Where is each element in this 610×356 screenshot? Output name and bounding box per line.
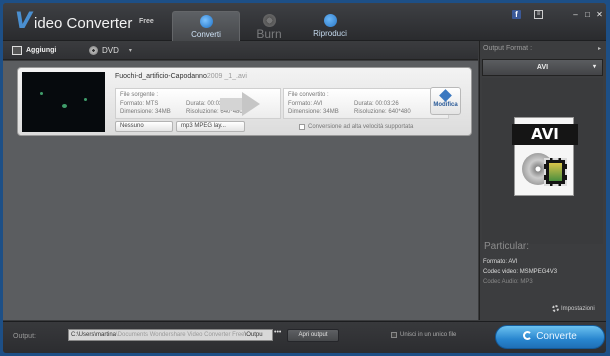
avi-file-label: AVI <box>512 124 578 145</box>
output-format-panel: Output Format : ▸ AVI ▾ AVI Particular: … <box>479 41 606 320</box>
tab-converti[interactable]: Converti <box>172 11 240 41</box>
convert-icon <box>199 15 213 28</box>
chevron-right-icon[interactable]: ▸ <box>598 45 601 52</box>
browse-button[interactable]: ••• <box>274 329 281 336</box>
minimize-button[interactable]: – <box>571 10 580 19</box>
output-path-field[interactable]: C:\Users\martina\Documents Wondershare V… <box>68 329 273 341</box>
tab-riproduci[interactable]: Riproduci <box>296 11 364 41</box>
convert-button[interactable]: Converte <box>495 325 605 349</box>
merge-label: Unisci in un unico file <box>400 332 457 338</box>
converted-format: Formato: AVI <box>288 101 323 107</box>
add-files-label: Aggiungi <box>26 47 57 54</box>
chevron-down-icon[interactable]: ▾ <box>129 47 132 54</box>
register-icon[interactable]: ≡ <box>534 10 543 19</box>
checkbox-box[interactable] <box>299 124 305 130</box>
edit-button[interactable]: Modifica <box>430 87 461 115</box>
detail-audio-codec: Codec Audio: MP3 <box>483 279 533 285</box>
chevron-down-icon: ▾ <box>592 64 596 70</box>
settings-button[interactable]: Impostazioni <box>552 305 595 312</box>
source-format: Formato: MTS <box>120 101 159 107</box>
subtitle-value: Nessuno <box>120 123 144 129</box>
arrow-right-icon <box>242 92 260 116</box>
source-title: File sorgente : <box>120 92 159 98</box>
open-output-button[interactable]: Apri output <box>287 329 339 342</box>
converted-title: File convertito : <box>288 92 329 98</box>
load-dvd-button[interactable]: DVD ▾ <box>89 44 132 57</box>
dvd-disc-icon <box>89 46 98 55</box>
tab-burn[interactable]: Burn <box>235 11 303 41</box>
audio-track-select[interactable]: mp3 MPEG lay... <box>176 121 245 132</box>
avi-file-icon: AVI <box>512 117 578 196</box>
high-speed-checkbox[interactable]: Conversione ad alta velocità supportata <box>299 124 413 130</box>
detail-format: Formato: AVI <box>483 259 518 265</box>
app-title: ideo Converter <box>34 15 133 32</box>
dvd-label: DVD <box>102 46 119 55</box>
arrow-right-icon-body <box>220 98 244 110</box>
tab-label: Converti <box>191 30 221 39</box>
converted-info: File convertito : Formato: AVI Dimension… <box>283 88 449 119</box>
film-frame <box>549 163 562 181</box>
firework-spark <box>62 104 67 108</box>
close-button[interactable]: ✕ <box>595 10 604 19</box>
toolbar: Aggiungi DVD ▾ <box>3 41 478 60</box>
convert-label: Converte <box>536 331 577 342</box>
video-thumbnail <box>22 72 105 132</box>
app-window: V ideo Converter Free Converti Burn Ripr… <box>3 3 606 353</box>
app-edition: Free <box>139 18 154 25</box>
add-files-button[interactable]: Aggiungi <box>12 44 56 57</box>
file-item[interactable]: Fuochi-d_artificio-Capodanno2009 _1_.avi… <box>17 67 472 136</box>
film-strip-icon <box>544 158 567 186</box>
output-path-tail: \Outpu <box>244 332 263 338</box>
output-format-header: Output Format : <box>483 45 533 52</box>
maximize-button[interactable]: □ <box>583 10 592 19</box>
tab-label: Riproduci <box>313 29 347 38</box>
output-label: Output: <box>13 333 36 340</box>
converted-size: Dimensione: 34MB <box>288 109 339 115</box>
title-bar: V ideo Converter Free Converti Burn Ripr… <box>3 3 606 41</box>
file-name-main: Fuochi-d_artificio-Capodanno <box>115 73 207 80</box>
format-preview: AVI <box>482 78 603 244</box>
disc-icon <box>262 14 276 27</box>
firework-spark <box>40 92 43 95</box>
bottom-bar: Output: C:\Users\martina\Documents Wonde… <box>3 321 606 353</box>
refresh-icon <box>523 331 533 340</box>
audio-track-value: mp3 MPEG lay... <box>181 123 226 129</box>
facebook-icon[interactable]: f <box>512 10 521 19</box>
firework-spark <box>84 98 87 101</box>
merge-checkbox[interactable]: Unisci in un unico file <box>391 332 456 338</box>
high-speed-label: Conversione ad alta velocità supportata <box>308 124 414 130</box>
subtitle-select[interactable]: Nessuno <box>115 121 173 132</box>
gear-icon <box>552 305 559 312</box>
file-name-dim: 2009 _1_.avi <box>206 73 247 80</box>
checkbox-box[interactable] <box>391 332 397 338</box>
output-path-dim: \Documents Wondershare Video Converter F… <box>116 332 245 338</box>
particular-title: Particular: <box>484 241 530 252</box>
pencil-icon <box>439 89 452 102</box>
converted-duration: Durata: 00:03:26 <box>354 101 399 107</box>
app-logo-icon: V <box>15 9 33 34</box>
source-size: Dimensione: 34MB <box>120 109 171 115</box>
tab-label: Burn <box>256 27 282 41</box>
converted-resolution: Risoluzione: 640*480 <box>354 109 411 115</box>
output-format-value: AVI <box>536 64 549 71</box>
output-path-main: C:\Users\martina <box>71 332 117 338</box>
file-name: Fuochi-d_artificio-Capodanno2009 _1_.avi <box>115 73 247 80</box>
settings-label: Impostazioni <box>561 305 595 312</box>
add-file-icon <box>12 46 22 55</box>
detail-video-codec: Codec video: MSMPEG4V3 <box>483 269 558 275</box>
play-icon <box>323 14 337 27</box>
edit-label: Modifica <box>433 102 458 108</box>
file-list: Fuochi-d_artificio-Capodanno2009 _1_.avi… <box>3 61 478 320</box>
output-format-select[interactable]: AVI ▾ <box>482 59 603 76</box>
